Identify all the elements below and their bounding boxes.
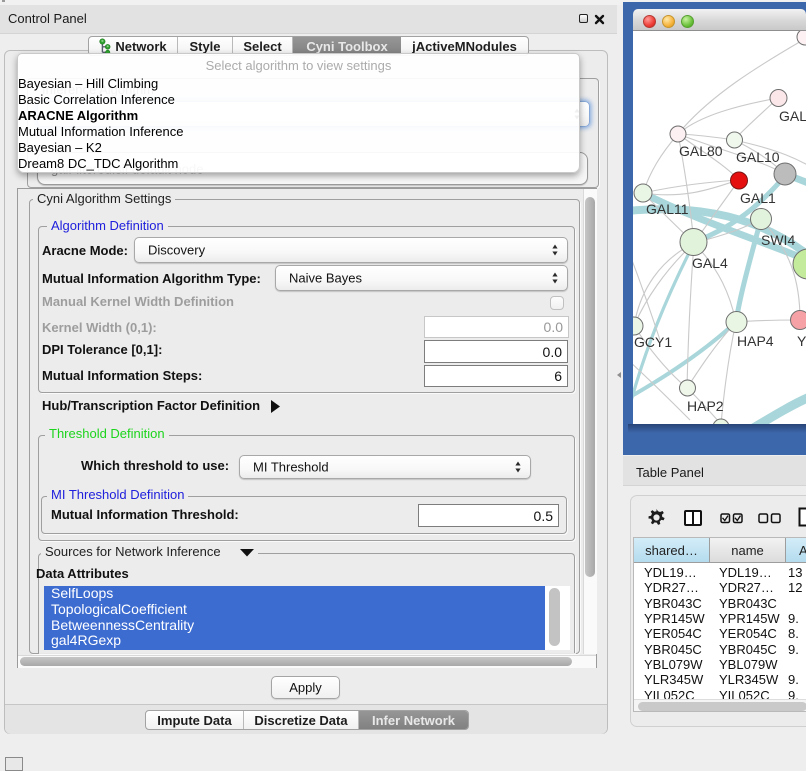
svg-text:GAL1: GAL1	[740, 190, 776, 206]
svg-text:HAP4: HAP4	[737, 333, 774, 349]
svg-text:HAP2: HAP2	[687, 398, 724, 414]
svg-text:GAL80: GAL80	[679, 143, 723, 159]
svg-text:GAL4: GAL4	[692, 255, 728, 271]
svg-text:GAL10: GAL10	[736, 149, 780, 165]
svg-text:GAL11: GAL11	[646, 201, 689, 217]
svg-text:GAL7: GAL7	[779, 108, 806, 124]
svg-text:SWI4: SWI4	[761, 232, 795, 248]
svg-text:Y: Y	[797, 333, 806, 349]
svg-text:GCY1: GCY1	[634, 334, 672, 350]
